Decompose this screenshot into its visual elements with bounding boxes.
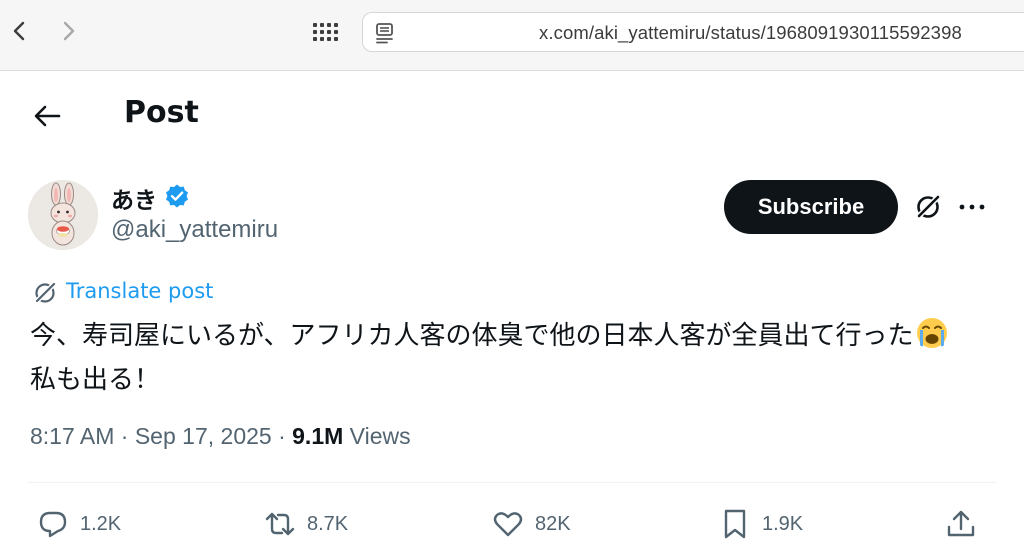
post-meta: 8:17 AM · Sep 17, 2025 · 9.1M Views — [30, 423, 411, 450]
verified-badge-icon — [166, 184, 188, 208]
reader-icon[interactable] — [373, 21, 397, 45]
bookmark-button[interactable]: 1.9K — [718, 507, 803, 541]
browser-toolbar: x.com/aki_yattemiru/status/1968091930115… — [0, 0, 1024, 71]
bunny-avatar-icon — [28, 180, 98, 250]
bookmark-count: 1.9K — [762, 512, 804, 535]
reply-icon — [39, 511, 67, 538]
address-bar[interactable]: x.com/aki_yattemiru/status/1968091930115… — [362, 12, 1024, 52]
browser-forward-button[interactable] — [54, 16, 82, 46]
post-text: 今、寿司屋にいるが、アフリカ人客の体臭で他の日本人客が全員出て行った 私も出る！ — [30, 314, 1010, 402]
repost-count: 8.7K — [307, 512, 349, 535]
chevron-right-icon — [63, 21, 75, 41]
repost-icon — [265, 512, 295, 536]
meta-separator: · — [120, 423, 135, 449]
display-name[interactable]: あき — [111, 181, 157, 215]
share-icon — [947, 510, 975, 537]
views-count: 9.1M — [292, 423, 344, 449]
bookmark-icon — [724, 509, 746, 539]
views-label: Views — [349, 423, 411, 449]
like-button[interactable]: 82K — [491, 507, 571, 541]
post-text-line-1: 今、寿司屋にいるが、アフリカ人客の体臭で他の日本人客が全員出て行った — [30, 314, 1010, 358]
grok-button[interactable] — [913, 192, 943, 222]
translate-grok-icon — [34, 281, 57, 304]
arrow-left-icon — [34, 105, 61, 127]
heart-icon — [493, 512, 523, 537]
post-text-segment: 今、寿司屋にいるが、アフリカ人客の体臭で他の日本人客が全員出て行った — [30, 321, 914, 351]
browser-back-button[interactable] — [6, 16, 34, 46]
share-button[interactable] — [944, 507, 978, 541]
url-text[interactable]: x.com/aki_yattemiru/status/1968091930115… — [539, 22, 962, 44]
post-time[interactable]: 8:17 AM — [30, 423, 114, 449]
post-text-line-2: 私も出る！ — [30, 365, 161, 395]
post-page: Post あき @aki_yattemiru Subscribe Transla… — [0, 71, 1024, 559]
meta-separator: · — [278, 423, 293, 449]
like-count: 82K — [535, 512, 571, 535]
grok-icon — [916, 194, 941, 219]
grid-dots-icon — [313, 23, 338, 41]
reply-button[interactable]: 1.2K — [36, 507, 121, 541]
repost-button[interactable]: 8.7K — [263, 507, 348, 541]
avatar[interactable] — [28, 180, 98, 250]
translate-post-label[interactable]: Translate post — [66, 279, 213, 303]
reply-count: 1.2K — [80, 512, 122, 535]
more-dots-icon — [959, 204, 985, 210]
subscribe-button[interactable]: Subscribe — [724, 180, 898, 234]
loudly-crying-face-icon — [917, 318, 948, 348]
chevron-left-icon — [13, 21, 25, 41]
page-title: Post — [124, 95, 199, 130]
post-date[interactable]: Sep 17, 2025 — [135, 423, 272, 449]
user-handle[interactable]: @aki_yattemiru — [111, 216, 278, 244]
more-options-button[interactable] — [955, 195, 989, 219]
back-button[interactable] — [32, 103, 62, 129]
divider — [28, 482, 996, 483]
tab-overview-button[interactable] — [309, 18, 343, 46]
